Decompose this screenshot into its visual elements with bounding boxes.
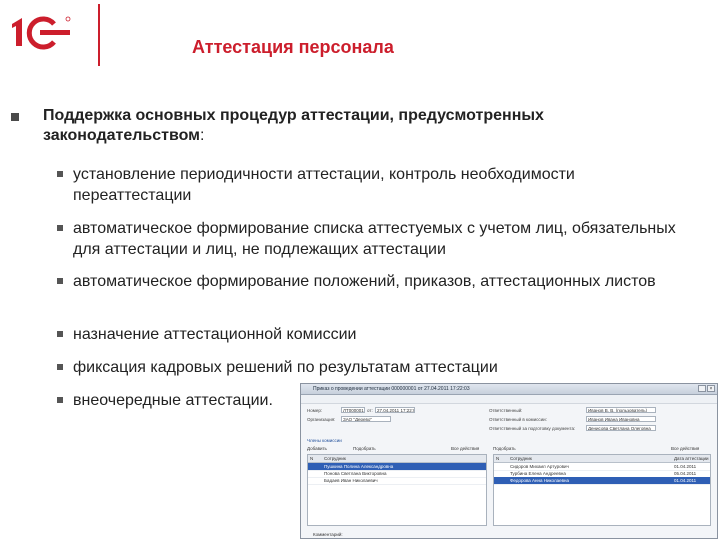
1c-logo	[12, 16, 71, 50]
commission-section-title: Члены комиссии	[307, 438, 342, 443]
org-label: Организация:	[307, 417, 336, 422]
sub-point-text: автоматическое формирование положений, п…	[73, 273, 656, 290]
close-button[interactable]: ×	[707, 385, 715, 392]
bullet-square-icon	[57, 364, 63, 370]
page-title: Аттестация персонала	[192, 37, 394, 57]
kom-field[interactable]: Иванов Ивана Ивановна	[586, 416, 656, 422]
resp-field[interactable]: Иванов В. В. (пользователь)	[586, 407, 656, 413]
sub-point-text: фиксация кадровых решений по результатам…	[73, 359, 498, 376]
sub-point-6: внеочередные аттестации.	[57, 390, 297, 411]
pick-button[interactable]: Подобрать	[493, 445, 516, 452]
add-button[interactable]: Добавить	[307, 445, 327, 452]
number-field[interactable]: ЛТ000001	[341, 407, 365, 413]
sub-point-3: автоматическое формирование положений, п…	[57, 271, 697, 292]
bullet-square-icon	[57, 397, 63, 403]
table-header: N Сотрудник	[308, 455, 486, 463]
window-titlebar: Приказ о проведении аттестации 000000001…	[301, 384, 717, 395]
number-label: Номер:	[307, 408, 323, 413]
table-row[interactable]: Федорова Анна Николаевна 01.04.2011	[494, 477, 710, 485]
main-bullet-icon	[11, 113, 19, 121]
col-employee: Сотрудник	[324, 456, 346, 461]
commission-table: N Сотрудник Пушкина Полина Александровна…	[307, 454, 487, 526]
date-label: от:	[367, 408, 373, 413]
date-field[interactable]: 27.04.2011 17:22:03	[375, 407, 415, 413]
bullet-square-icon	[57, 278, 63, 284]
resp-label: Ответственный:	[489, 408, 523, 413]
sub-point-text: установление периодичности аттестации, к…	[73, 166, 575, 204]
bullet-square-icon	[57, 331, 63, 337]
sub-point-text: автоматическое формирование списка аттес…	[73, 220, 690, 258]
table-row[interactable]: Бадаев Иван Николаевич	[308, 477, 486, 485]
col-n: N	[496, 456, 500, 461]
sub-point-1: установление периодичности аттестации, к…	[57, 164, 697, 206]
app-screenshot: Приказ о проведении аттестации 000000001…	[300, 383, 718, 539]
kom-label: Ответственный в комиссии:	[489, 417, 547, 422]
sec-field[interactable]: Денисова Светлана Олеговна	[586, 425, 656, 431]
sub-point-2: автоматическое формирование списка аттес…	[57, 218, 697, 260]
window-toolbar	[301, 395, 717, 404]
all-actions-button[interactable]: Все действия	[671, 445, 699, 452]
sub-point-5: фиксация кадровых решений по результатам…	[57, 357, 697, 378]
sub-point-4: назначение аттестационной комиссии	[57, 324, 697, 345]
col-employee: Сотрудник	[510, 456, 532, 461]
main-point-colon: :	[199, 127, 205, 144]
sub-point-text: назначение аттестационной комиссии	[73, 326, 357, 343]
col-date: Дата аттестации	[674, 456, 709, 461]
main-point: Поддержка основных процедур аттестации, …	[43, 106, 643, 146]
pick-button[interactable]: Подобрать	[353, 445, 376, 452]
main-point-text: Поддержка основных процедур аттестации, …	[43, 107, 544, 144]
header-divider	[98, 4, 100, 66]
bullet-square-icon	[57, 225, 63, 231]
employees-table: N Сотрудник Дата аттестации Сидоров Миха…	[493, 454, 711, 526]
table-header: N Сотрудник Дата аттестации	[494, 455, 710, 463]
sub-point-text: внеочередные аттестации.	[73, 392, 273, 409]
maximize-icon[interactable]	[698, 385, 706, 392]
window-title: Приказ о проведении аттестации 000000001…	[313, 386, 470, 392]
bullet-square-icon	[57, 171, 63, 177]
comment-label: Комментарий:	[313, 532, 343, 537]
col-n: N	[310, 456, 314, 461]
sec-label: Ответственный за подготовку документа:	[489, 426, 576, 431]
org-field[interactable]: ЗАО "Дерево"	[341, 416, 391, 422]
all-actions-button[interactable]: Все действия	[451, 445, 479, 452]
